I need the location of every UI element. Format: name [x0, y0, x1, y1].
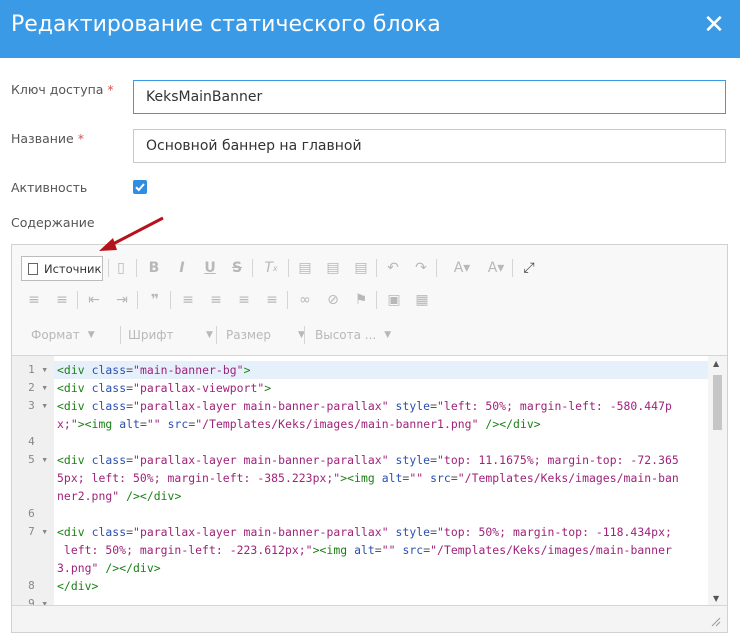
justify-icon[interactable]: ≡ [263, 291, 281, 309]
name-input[interactable]: Основной баннер на главной [133, 129, 726, 163]
maximize-icon[interactable]: ⤢ [520, 259, 538, 277]
annotation-arrow-icon [99, 216, 164, 251]
format-combo[interactable]: Формат ▼ [31, 323, 95, 347]
modal-title: Редактирование статического блока [11, 12, 441, 37]
redo-icon[interactable]: ↷ [412, 259, 430, 277]
line-number: 5 ▾ [28, 453, 48, 466]
content-label: Содержание [11, 215, 95, 230]
code-line: <div class="main-banner-bg"> [57, 363, 251, 377]
required-marker: * [77, 131, 84, 146]
code-line: <div class="parallax-layer main-banner-p… [57, 453, 679, 467]
code-line: x;"><img alt="" src="/Templates/Keks/ima… [57, 417, 541, 431]
scroll-down-icon[interactable]: ▼ [713, 594, 719, 603]
undo-icon[interactable]: ↶ [384, 259, 402, 277]
align-center-icon[interactable]: ≡ [207, 291, 225, 309]
indent-icon[interactable]: ⇥ [113, 291, 131, 309]
blockquote-icon[interactable]: ❞ [146, 291, 164, 309]
active-label: Активность [11, 180, 88, 195]
name-label: Название * [11, 131, 84, 146]
templates-icon[interactable]: ▯ [112, 259, 130, 277]
text-color-icon[interactable]: A▾ [448, 259, 476, 277]
line-number: 2 ▾ [28, 381, 48, 394]
height-combo[interactable]: Высота ... ▼ [315, 323, 391, 347]
anchor-flag-icon[interactable]: ⚑ [352, 291, 370, 309]
access-key-label: Ключ доступа * [11, 82, 114, 97]
align-left-icon[interactable]: ≡ [179, 291, 197, 309]
code-line: 5px; left: 50%; margin-left: -385.223px;… [57, 471, 679, 485]
link-icon[interactable]: ∞ [296, 291, 314, 309]
code-line: <div class="parallax-viewport"> [57, 381, 272, 395]
access-key-input[interactable]: KeksMainBanner [133, 80, 726, 114]
underline-icon[interactable]: U [201, 259, 219, 277]
scroll-up-icon[interactable]: ▲ [713, 359, 719, 368]
unlink-icon[interactable]: ⊘ [324, 291, 342, 309]
code-line: <div class="parallax-layer main-banner-p… [57, 525, 672, 539]
line-number: 4 [28, 435, 35, 448]
line-number: 6 [28, 507, 35, 520]
code-line: <div class="parallax-layer main-banner-p… [57, 399, 672, 413]
editor-statusbar [12, 605, 727, 632]
source-button-label: Источник [44, 261, 102, 276]
table-icon[interactable]: ▦ [413, 291, 431, 309]
line-number: 3 ▾ [28, 399, 48, 412]
scroll-thumb[interactable] [713, 375, 722, 430]
bold-icon[interactable]: B [145, 259, 163, 277]
font-combo[interactable]: Шрифт ▼ [128, 323, 213, 347]
code-line: ner2.png" /></div> [57, 489, 182, 503]
modal-header: Редактирование статического блока ✕ [0, 0, 740, 58]
background-color-icon[interactable]: A▾ [482, 259, 510, 277]
outdent-icon[interactable]: ⇤ [85, 291, 103, 309]
line-number: 8 [28, 579, 35, 592]
paste-word-icon[interactable]: ▤ [352, 259, 370, 277]
rich-text-editor: Источник ▯ B I U S Tx ▤ ▤ ▤ ↶ ↷ A▾ A▾ ⤢ … [11, 244, 728, 633]
image-icon[interactable]: ▣ [385, 291, 403, 309]
code-line: 3.png" /></div> [57, 561, 161, 575]
close-icon[interactable]: ✕ [702, 8, 726, 42]
line-number: 9 ▾ [28, 597, 48, 605]
numbered-list-icon[interactable]: ≡ [25, 291, 43, 309]
active-checkbox[interactable] [133, 180, 147, 194]
bulleted-list-icon[interactable]: ≡ [53, 291, 71, 309]
line-number: 7 ▾ [28, 525, 48, 538]
code-line: </div> [57, 579, 99, 593]
align-right-icon[interactable]: ≡ [235, 291, 253, 309]
line-number: 1 ▾ [28, 363, 48, 376]
paste-text-icon[interactable]: ▤ [324, 259, 342, 277]
source-button[interactable]: Источник [21, 256, 103, 281]
remove-format-icon[interactable]: Tx [262, 259, 280, 277]
strikethrough-icon[interactable]: S [228, 259, 246, 277]
required-marker: * [107, 82, 114, 97]
size-combo[interactable]: Размер ▼ [226, 323, 305, 347]
code-scrollbar[interactable]: ▲ ▼ [708, 356, 727, 605]
source-icon [28, 262, 38, 275]
source-code-area[interactable]: 1 ▾ 2 ▾ 3 ▾ 4 5 ▾ 6 7 ▾ 8 9 ▾ <div class… [12, 355, 727, 605]
italic-icon[interactable]: I [173, 259, 191, 277]
code-line: left: 50%; margin-left: -223.612px;"><im… [57, 543, 672, 557]
paste-icon[interactable]: ▤ [296, 259, 314, 277]
resize-handle-icon[interactable] [711, 617, 721, 627]
